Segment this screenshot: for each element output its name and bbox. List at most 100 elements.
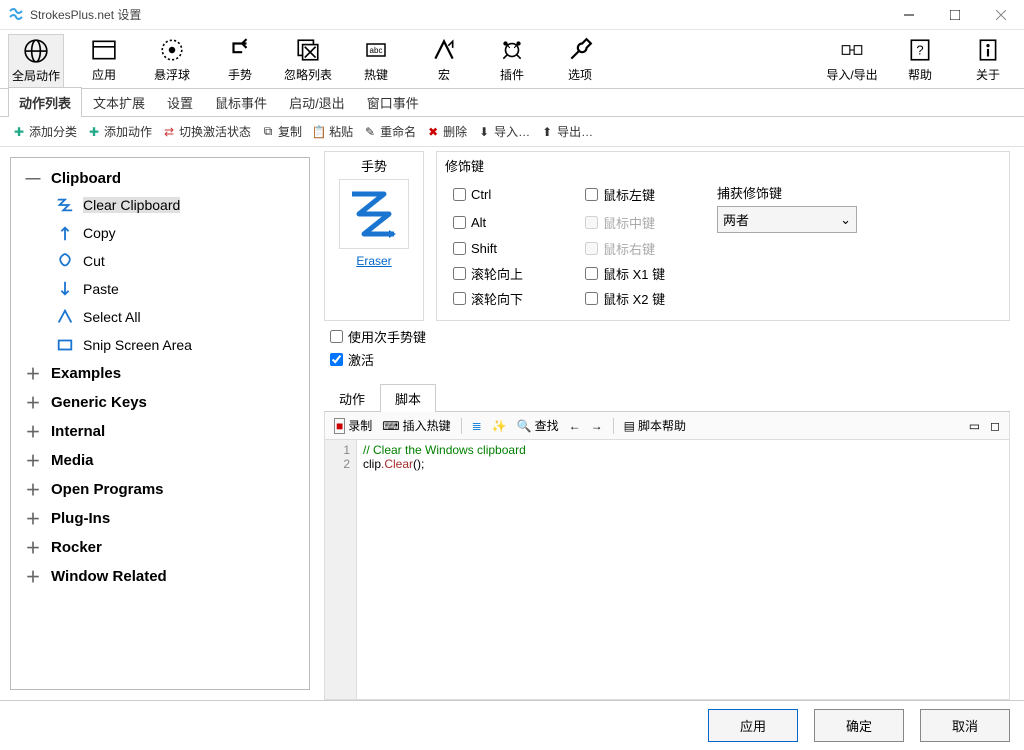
export-button[interactable]: ⬆导出…	[536, 121, 597, 142]
tree-item-snip[interactable]: Snip Screen Area	[15, 331, 305, 359]
tree-category-plugins[interactable]: ＋Plug-Ins	[15, 504, 305, 533]
cancel-button[interactable]: 取消	[920, 709, 1010, 742]
record-button[interactable]: ■录制	[331, 416, 375, 435]
up-arrow-icon	[55, 223, 75, 243]
tab-action[interactable]: 动作	[324, 384, 380, 412]
delete-button[interactable]: ✖删除	[422, 121, 471, 142]
import-export-icon	[838, 36, 866, 64]
checkbox-active[interactable]: 激活	[330, 350, 1004, 369]
tab-load-unload[interactable]: 启动/退出	[278, 87, 356, 117]
tree-item-clear-clipboard[interactable]: Clear Clipboard	[15, 191, 305, 219]
wand-button[interactable]: ✨	[489, 418, 510, 434]
tab-text-expansion[interactable]: 文本扩展	[82, 87, 156, 117]
apply-button[interactable]: 应用	[708, 709, 798, 742]
toolbar-plugins[interactable]: 插件	[484, 34, 540, 87]
toolbar-import-export[interactable]: 导入/导出	[824, 34, 880, 87]
record-icon: ■	[334, 418, 345, 434]
prev-button[interactable]: ←	[566, 418, 584, 434]
toolbar-floater[interactable]: 悬浮球	[144, 34, 200, 87]
toolbar-about[interactable]: 关于	[960, 34, 1016, 87]
toolbar-ignore-list[interactable]: 忽略列表	[280, 34, 336, 87]
expand-icon: ＋	[23, 508, 43, 529]
toolbar-global-actions[interactable]: 全局动作	[8, 34, 64, 88]
toggle-active-button[interactable]: ⇄切换激活状态	[158, 121, 255, 142]
code-editor[interactable]: 12 // Clear the Windows clipboard clip.C…	[324, 440, 1010, 700]
add-action-button[interactable]: ✚添加动作	[83, 121, 156, 142]
rename-button[interactable]: ✎重命名	[359, 121, 420, 142]
indent-button[interactable]: ≣	[469, 418, 485, 434]
tree-item-paste[interactable]: Paste	[15, 275, 305, 303]
app-icon	[8, 7, 24, 23]
toolbar-hotkeys[interactable]: abc 热键	[348, 34, 404, 87]
find-button[interactable]: 🔍查找	[514, 416, 562, 435]
minimize-pane-button[interactable]: ▭	[966, 418, 983, 434]
tab-settings[interactable]: 设置	[156, 87, 204, 117]
add-folder-icon: ✚	[12, 125, 26, 139]
arrow-left-icon: ←	[569, 419, 581, 433]
copy-button[interactable]: ⧉复制	[257, 121, 306, 142]
zigzag-icon	[55, 195, 75, 215]
tree-category-clipboard[interactable]: —Clipboard	[15, 166, 305, 191]
tree-category-window-related[interactable]: ＋Window Related	[15, 562, 305, 591]
tree-item-copy[interactable]: Copy	[15, 219, 305, 247]
checkbox-alt[interactable]: Alt	[453, 215, 573, 230]
add-category-button[interactable]: ✚添加分类	[8, 121, 81, 142]
tree-item-cut[interactable]: Cut	[15, 247, 305, 275]
checkbox-mouse-x1[interactable]: 鼠标 X1 键	[585, 264, 705, 283]
checkbox-mouse-left[interactable]: 鼠标左键	[585, 185, 705, 204]
maximize-pane-icon: ◻	[990, 419, 1000, 433]
tab-mouse-events[interactable]: 鼠标事件	[204, 87, 278, 117]
gesture-label: 手势	[333, 156, 415, 175]
checkbox-shift[interactable]: Shift	[453, 241, 573, 256]
tree-category-rocker[interactable]: ＋Rocker	[15, 533, 305, 562]
paste-button[interactable]: 📋粘贴	[308, 121, 357, 142]
script-tabs: 动作 脚本	[324, 383, 1010, 412]
modifiers-label: 修饰键	[445, 156, 1001, 175]
toolbar-help[interactable]: ? 帮助	[892, 34, 948, 87]
maximize-pane-button[interactable]: ◻	[987, 418, 1003, 434]
toolbar-macros[interactable]: 宏	[416, 34, 472, 87]
script-toolbar: ■录制 ⌨插入热键 ≣ ✨ 🔍查找 ← → ▤脚本帮助 ▭ ◻	[324, 412, 1010, 440]
checkbox-ctrl[interactable]: Ctrl	[453, 187, 573, 202]
tree-item-select-all[interactable]: Select All	[15, 303, 305, 331]
tab-action-list[interactable]: 动作列表	[8, 87, 82, 117]
checkbox-wheel-down[interactable]: 滚轮向下	[453, 289, 573, 308]
toolbar-gestures[interactable]: 手势	[212, 34, 268, 87]
expand-icon: ＋	[23, 479, 43, 500]
ok-button[interactable]: 确定	[814, 709, 904, 742]
tree-category-internal[interactable]: ＋Internal	[15, 417, 305, 446]
checkbox-wheel-up[interactable]: 滚轮向上	[453, 264, 573, 283]
wand-icon: ✨	[492, 419, 507, 433]
toolbar-apps[interactable]: 应用	[76, 34, 132, 87]
expand-icon: ＋	[23, 363, 43, 384]
gesture-preview[interactable]	[339, 179, 409, 249]
minimize-button[interactable]	[886, 0, 932, 30]
gesture-name-link[interactable]: Eraser	[356, 254, 391, 268]
insert-hotkey-button[interactable]: ⌨插入热键	[379, 416, 453, 435]
close-button[interactable]	[978, 0, 1024, 30]
gesture-fieldset: 手势 Eraser	[324, 151, 424, 321]
maximize-button[interactable]	[932, 0, 978, 30]
toolbar-options[interactable]: 选项	[552, 34, 608, 87]
code-content[interactable]: // Clear the Windows clipboard clip.Clea…	[357, 440, 532, 699]
script-help-button[interactable]: ▤脚本帮助	[621, 416, 689, 435]
tree-category-media[interactable]: ＋Media	[15, 446, 305, 475]
tab-script[interactable]: 脚本	[380, 384, 436, 412]
capture-select[interactable]: 两者⌄	[717, 206, 857, 233]
checkbox-use-secondary[interactable]: 使用次手势键	[330, 327, 1004, 346]
arrow-right-icon: →	[591, 419, 603, 433]
tree-category-open-programs[interactable]: ＋Open Programs	[15, 475, 305, 504]
tab-window-events[interactable]: 窗口事件	[356, 87, 430, 117]
checkbox-mouse-x2[interactable]: 鼠标 X2 键	[585, 289, 705, 308]
sub-tabs: 动作列表 文本扩展 设置 鼠标事件 启动/退出 窗口事件	[0, 89, 1024, 117]
footer: 应用 确定 取消	[0, 700, 1024, 750]
down-arrow-icon	[55, 279, 75, 299]
next-button[interactable]: →	[588, 418, 606, 434]
loop-icon	[55, 251, 75, 271]
tree-category-generic-keys[interactable]: ＋Generic Keys	[15, 388, 305, 417]
tree-category-examples[interactable]: ＋Examples	[15, 359, 305, 388]
plugin-icon	[498, 36, 526, 64]
ignore-icon	[294, 36, 322, 64]
import-button[interactable]: ⬇导入…	[473, 121, 534, 142]
add-action-icon: ✚	[87, 125, 101, 139]
